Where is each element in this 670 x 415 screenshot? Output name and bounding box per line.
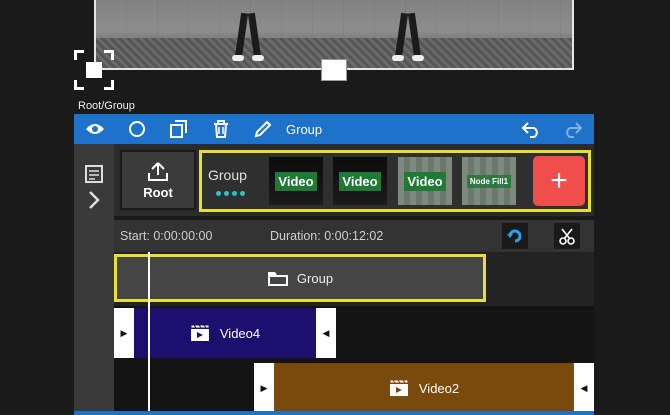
toolbar: Group	[74, 114, 594, 144]
node-list: Group Video Video Video Node Fill1 +	[199, 150, 591, 212]
upload-icon	[148, 161, 168, 181]
reset-icon[interactable]	[502, 223, 528, 249]
duration: Duration: 0:00:12:02	[270, 229, 384, 243]
trash-icon[interactable]	[200, 114, 242, 144]
resize-handle-bottom[interactable]	[321, 59, 347, 81]
group-track[interactable]: Group	[114, 254, 486, 302]
video-icon	[389, 379, 409, 396]
node-strip: Root Group Video Video Video Node Fill1 …	[114, 144, 594, 216]
start-time: Start: 0:00:00:00	[120, 229, 213, 243]
undo-icon[interactable]	[510, 114, 552, 144]
group-node-label[interactable]: Group	[208, 167, 247, 183]
scissors-icon[interactable]	[554, 223, 580, 249]
clip-trim-left[interactable]: ▶	[114, 308, 134, 358]
add-node-button[interactable]: +	[533, 156, 585, 206]
clip-trim-right[interactable]: ◀	[574, 363, 594, 413]
group-track-label: Group	[296, 270, 334, 286]
video-icon	[190, 324, 210, 341]
node-thumb-video[interactable]: Video	[269, 157, 323, 205]
breadcrumb: Root/Group	[78, 100, 135, 112]
timeline: Group ▶ Video4 ◀ ▶ Video2 ◀	[114, 252, 594, 415]
folder-icon	[267, 272, 288, 286]
pen-icon[interactable]	[242, 114, 284, 144]
info-bar: Start: 0:00:00:00 Duration: 0:00:12:02	[114, 220, 594, 252]
node-thumb-video[interactable]: Video	[333, 157, 387, 205]
app-root: Root/Group Group Root Group Video Video …	[0, 0, 670, 415]
root-button[interactable]: Root	[120, 150, 196, 210]
transform-handle[interactable]	[74, 50, 114, 90]
clip-label: Video2	[418, 380, 460, 396]
copy-icon[interactable]	[158, 114, 200, 144]
node-name-label[interactable]: Group	[286, 122, 322, 137]
group-indicator	[216, 191, 245, 196]
playhead[interactable]	[148, 252, 150, 415]
preview-figure	[232, 3, 264, 61]
side-panel	[74, 144, 114, 415]
eye-icon[interactable]	[74, 114, 116, 144]
clip-video2[interactable]: ▶ Video2 ◀	[254, 363, 594, 413]
clip-trim-right[interactable]: ◀	[316, 308, 336, 358]
list-icon[interactable]	[84, 164, 104, 189]
chevron-right-icon[interactable]	[84, 190, 104, 215]
root-label: Root	[143, 184, 173, 200]
clip-trim-left[interactable]: ▶	[254, 363, 274, 413]
clip-label: Video4	[219, 325, 261, 341]
redo-icon[interactable]	[552, 114, 594, 144]
node-thumb-video[interactable]: Video	[398, 157, 452, 205]
node-thumb-fill[interactable]: Node Fill1	[462, 157, 516, 205]
preview-figure	[392, 3, 424, 61]
circle-icon[interactable]	[116, 114, 158, 144]
